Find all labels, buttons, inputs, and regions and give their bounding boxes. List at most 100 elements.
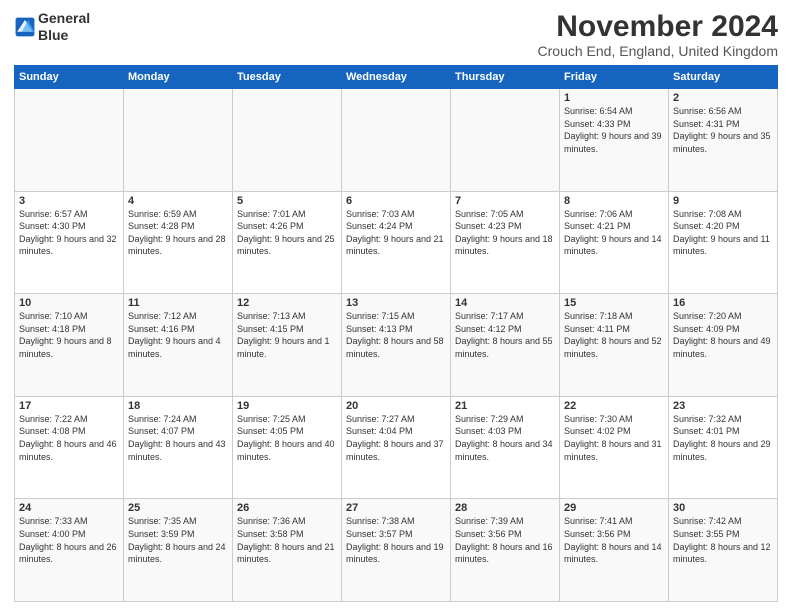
calendar-cell: 17Sunrise: 7:22 AM Sunset: 4:08 PM Dayli… — [15, 396, 124, 499]
calendar-cell: 22Sunrise: 7:30 AM Sunset: 4:02 PM Dayli… — [560, 396, 669, 499]
day-info: Sunrise: 7:20 AM Sunset: 4:09 PM Dayligh… — [673, 310, 773, 360]
day-info: Sunrise: 7:24 AM Sunset: 4:07 PM Dayligh… — [128, 413, 228, 463]
calendar-week-3: 10Sunrise: 7:10 AM Sunset: 4:18 PM Dayli… — [15, 294, 778, 397]
calendar-cell: 26Sunrise: 7:36 AM Sunset: 3:58 PM Dayli… — [233, 499, 342, 602]
day-number: 18 — [128, 400, 228, 412]
calendar-cell: 2Sunrise: 6:56 AM Sunset: 4:31 PM Daylig… — [669, 89, 778, 192]
calendar-cell: 30Sunrise: 7:42 AM Sunset: 3:55 PM Dayli… — [669, 499, 778, 602]
calendar-cell: 12Sunrise: 7:13 AM Sunset: 4:15 PM Dayli… — [233, 294, 342, 397]
day-number: 20 — [346, 400, 446, 412]
calendar-cell: 9Sunrise: 7:08 AM Sunset: 4:20 PM Daylig… — [669, 191, 778, 294]
day-number: 16 — [673, 297, 773, 309]
day-info: Sunrise: 7:06 AM Sunset: 4:21 PM Dayligh… — [564, 208, 664, 258]
day-info: Sunrise: 7:29 AM Sunset: 4:03 PM Dayligh… — [455, 413, 555, 463]
day-info: Sunrise: 7:03 AM Sunset: 4:24 PM Dayligh… — [346, 208, 446, 258]
day-info: Sunrise: 7:01 AM Sunset: 4:26 PM Dayligh… — [237, 208, 337, 258]
day-info: Sunrise: 7:18 AM Sunset: 4:11 PM Dayligh… — [564, 310, 664, 360]
day-number: 3 — [19, 195, 119, 207]
day-info: Sunrise: 7:08 AM Sunset: 4:20 PM Dayligh… — [673, 208, 773, 258]
logo-icon — [14, 16, 36, 38]
day-info: Sunrise: 7:39 AM Sunset: 3:56 PM Dayligh… — [455, 515, 555, 565]
day-info: Sunrise: 7:15 AM Sunset: 4:13 PM Dayligh… — [346, 310, 446, 360]
calendar-cell: 14Sunrise: 7:17 AM Sunset: 4:12 PM Dayli… — [451, 294, 560, 397]
col-thursday: Thursday — [451, 66, 560, 89]
day-info: Sunrise: 7:30 AM Sunset: 4:02 PM Dayligh… — [564, 413, 664, 463]
day-info: Sunrise: 7:32 AM Sunset: 4:01 PM Dayligh… — [673, 413, 773, 463]
subtitle: Crouch End, England, United Kingdom — [538, 43, 778, 59]
calendar-week-4: 17Sunrise: 7:22 AM Sunset: 4:08 PM Dayli… — [15, 396, 778, 499]
day-number: 30 — [673, 502, 773, 514]
col-saturday: Saturday — [669, 66, 778, 89]
day-number: 11 — [128, 297, 228, 309]
day-info: Sunrise: 6:56 AM Sunset: 4:31 PM Dayligh… — [673, 105, 773, 155]
logo: General Blue — [14, 10, 90, 44]
day-number: 8 — [564, 195, 664, 207]
day-info: Sunrise: 7:13 AM Sunset: 4:15 PM Dayligh… — [237, 310, 337, 360]
calendar-cell — [342, 89, 451, 192]
calendar-cell: 23Sunrise: 7:32 AM Sunset: 4:01 PM Dayli… — [669, 396, 778, 499]
day-number: 6 — [346, 195, 446, 207]
day-number: 22 — [564, 400, 664, 412]
day-info: Sunrise: 7:36 AM Sunset: 3:58 PM Dayligh… — [237, 515, 337, 565]
calendar-cell — [15, 89, 124, 192]
day-number: 24 — [19, 502, 119, 514]
day-number: 1 — [564, 92, 664, 104]
day-number: 19 — [237, 400, 337, 412]
calendar-cell: 8Sunrise: 7:06 AM Sunset: 4:21 PM Daylig… — [560, 191, 669, 294]
calendar-cell: 7Sunrise: 7:05 AM Sunset: 4:23 PM Daylig… — [451, 191, 560, 294]
day-number: 14 — [455, 297, 555, 309]
calendar-cell: 6Sunrise: 7:03 AM Sunset: 4:24 PM Daylig… — [342, 191, 451, 294]
calendar-cell: 11Sunrise: 7:12 AM Sunset: 4:16 PM Dayli… — [124, 294, 233, 397]
calendar: Sunday Monday Tuesday Wednesday Thursday… — [14, 65, 778, 602]
header: General Blue November 2024 Crouch End, E… — [14, 10, 778, 59]
calendar-cell: 16Sunrise: 7:20 AM Sunset: 4:09 PM Dayli… — [669, 294, 778, 397]
calendar-cell: 24Sunrise: 7:33 AM Sunset: 4:00 PM Dayli… — [15, 499, 124, 602]
calendar-cell: 3Sunrise: 6:57 AM Sunset: 4:30 PM Daylig… — [15, 191, 124, 294]
calendar-cell: 13Sunrise: 7:15 AM Sunset: 4:13 PM Dayli… — [342, 294, 451, 397]
calendar-week-5: 24Sunrise: 7:33 AM Sunset: 4:00 PM Dayli… — [15, 499, 778, 602]
header-row: Sunday Monday Tuesday Wednesday Thursday… — [15, 66, 778, 89]
calendar-cell: 19Sunrise: 7:25 AM Sunset: 4:05 PM Dayli… — [233, 396, 342, 499]
calendar-cell: 28Sunrise: 7:39 AM Sunset: 3:56 PM Dayli… — [451, 499, 560, 602]
calendar-header: Sunday Monday Tuesday Wednesday Thursday… — [15, 66, 778, 89]
day-info: Sunrise: 7:10 AM Sunset: 4:18 PM Dayligh… — [19, 310, 119, 360]
day-info: Sunrise: 6:54 AM Sunset: 4:33 PM Dayligh… — [564, 105, 664, 155]
calendar-cell — [233, 89, 342, 192]
calendar-cell — [451, 89, 560, 192]
calendar-cell: 18Sunrise: 7:24 AM Sunset: 4:07 PM Dayli… — [124, 396, 233, 499]
day-number: 7 — [455, 195, 555, 207]
day-number: 9 — [673, 195, 773, 207]
day-number: 4 — [128, 195, 228, 207]
col-sunday: Sunday — [15, 66, 124, 89]
col-wednesday: Wednesday — [342, 66, 451, 89]
day-number: 13 — [346, 297, 446, 309]
calendar-cell: 15Sunrise: 7:18 AM Sunset: 4:11 PM Dayli… — [560, 294, 669, 397]
calendar-cell — [124, 89, 233, 192]
day-number: 23 — [673, 400, 773, 412]
calendar-week-2: 3Sunrise: 6:57 AM Sunset: 4:30 PM Daylig… — [15, 191, 778, 294]
calendar-week-1: 1Sunrise: 6:54 AM Sunset: 4:33 PM Daylig… — [15, 89, 778, 192]
day-number: 10 — [19, 297, 119, 309]
day-info: Sunrise: 7:17 AM Sunset: 4:12 PM Dayligh… — [455, 310, 555, 360]
col-monday: Monday — [124, 66, 233, 89]
calendar-cell: 4Sunrise: 6:59 AM Sunset: 4:28 PM Daylig… — [124, 191, 233, 294]
day-info: Sunrise: 7:22 AM Sunset: 4:08 PM Dayligh… — [19, 413, 119, 463]
calendar-cell: 25Sunrise: 7:35 AM Sunset: 3:59 PM Dayli… — [124, 499, 233, 602]
day-info: Sunrise: 7:05 AM Sunset: 4:23 PM Dayligh… — [455, 208, 555, 258]
page: General Blue November 2024 Crouch End, E… — [0, 0, 792, 612]
day-number: 5 — [237, 195, 337, 207]
title-block: November 2024 Crouch End, England, Unite… — [538, 10, 778, 59]
day-number: 2 — [673, 92, 773, 104]
main-title: November 2024 — [538, 10, 778, 43]
day-info: Sunrise: 7:27 AM Sunset: 4:04 PM Dayligh… — [346, 413, 446, 463]
calendar-cell: 5Sunrise: 7:01 AM Sunset: 4:26 PM Daylig… — [233, 191, 342, 294]
col-tuesday: Tuesday — [233, 66, 342, 89]
logo-text: General Blue — [38, 10, 90, 44]
day-number: 15 — [564, 297, 664, 309]
calendar-cell: 20Sunrise: 7:27 AM Sunset: 4:04 PM Dayli… — [342, 396, 451, 499]
day-number: 29 — [564, 502, 664, 514]
day-number: 28 — [455, 502, 555, 514]
calendar-cell: 1Sunrise: 6:54 AM Sunset: 4:33 PM Daylig… — [560, 89, 669, 192]
day-info: Sunrise: 7:41 AM Sunset: 3:56 PM Dayligh… — [564, 515, 664, 565]
day-number: 25 — [128, 502, 228, 514]
